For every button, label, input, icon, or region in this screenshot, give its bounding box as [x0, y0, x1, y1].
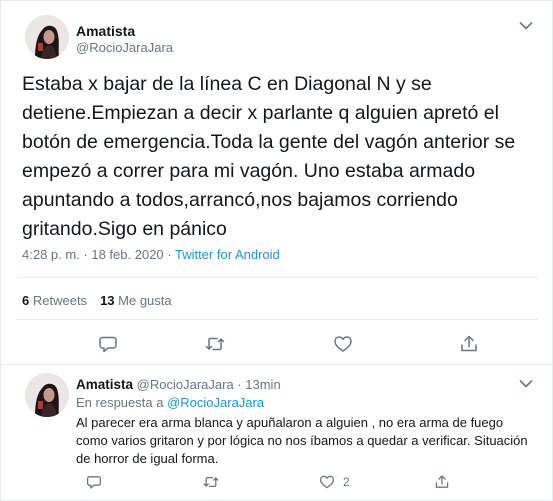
likes-label: Me gusta — [118, 293, 172, 308]
tweet-text: Al parecer era arma blanca y apuñalaron … — [76, 415, 528, 466]
reply-icon — [86, 476, 102, 489]
tweet-thread: Amatista @RocioJaraJara Estaba x bajar d… — [0, 0, 553, 501]
like-count: 2 — [343, 475, 350, 489]
tweet-timestamp: 4:28 p. m. · 18 feb. 2020 · Twitter for … — [22, 247, 280, 262]
retweet-action[interactable] — [203, 474, 219, 490]
chevron-down-icon[interactable] — [519, 379, 533, 389]
like-icon[interactable] — [333, 334, 353, 354]
avatar-image — [25, 15, 69, 59]
main-tweet: Amatista @RocioJaraJara Estaba x bajar d… — [1, 1, 553, 365]
tweet-time[interactable]: 4:28 p. m. · 18 feb. 2020 · — [22, 247, 172, 262]
author-name[interactable]: Amatista — [76, 23, 135, 39]
likes-stat[interactable]: 13 Me gusta — [100, 293, 172, 308]
chevron-down-icon[interactable] — [519, 21, 533, 31]
share-icon[interactable] — [459, 334, 479, 354]
retweet-icon — [203, 476, 219, 488]
like-icon — [319, 475, 335, 489]
avatar-image — [25, 373, 69, 417]
author-name[interactable]: Amatista — [76, 377, 133, 392]
replying-to-label: En respuesta a — [76, 395, 164, 410]
replying-to-mention[interactable]: @RocioJaraJara — [167, 395, 264, 410]
tweet-source-link[interactable]: Twitter for Android — [175, 247, 280, 262]
avatar[interactable] — [25, 15, 69, 59]
retweets-count: 6 — [22, 293, 30, 308]
time-separator: · — [237, 377, 242, 392]
avatar[interactable] — [25, 373, 69, 417]
retweet-icon[interactable] — [205, 334, 225, 354]
likes-count: 13 — [100, 293, 115, 308]
divider — [17, 277, 538, 278]
divider — [17, 319, 538, 320]
tweet-time[interactable]: 13min — [245, 377, 280, 392]
reply-header: Amatista @RocioJaraJara · 13min — [76, 377, 281, 392]
like-action[interactable]: 2 — [319, 474, 350, 490]
share-icon — [435, 475, 449, 488]
tweet-text: Estaba x bajar de la línea C en Diagonal… — [22, 73, 521, 240]
author-handle[interactable]: @RocioJaraJara — [76, 40, 173, 55]
reply-action[interactable] — [86, 474, 102, 490]
share-action[interactable] — [434, 474, 450, 490]
retweets-stat[interactable]: 6 Retweets — [22, 293, 87, 308]
author-handle[interactable]: @RocioJaraJara — [137, 377, 234, 392]
tweet-stats: 6 Retweets 13 Me gusta — [22, 293, 172, 308]
reply-tweet[interactable]: Amatista @RocioJaraJara · 13min En respu… — [1, 365, 553, 501]
retweets-label: Retweets — [32, 293, 88, 308]
reply-icon[interactable] — [98, 334, 118, 354]
replying-to: En respuesta a @RocioJaraJara — [76, 395, 264, 410]
